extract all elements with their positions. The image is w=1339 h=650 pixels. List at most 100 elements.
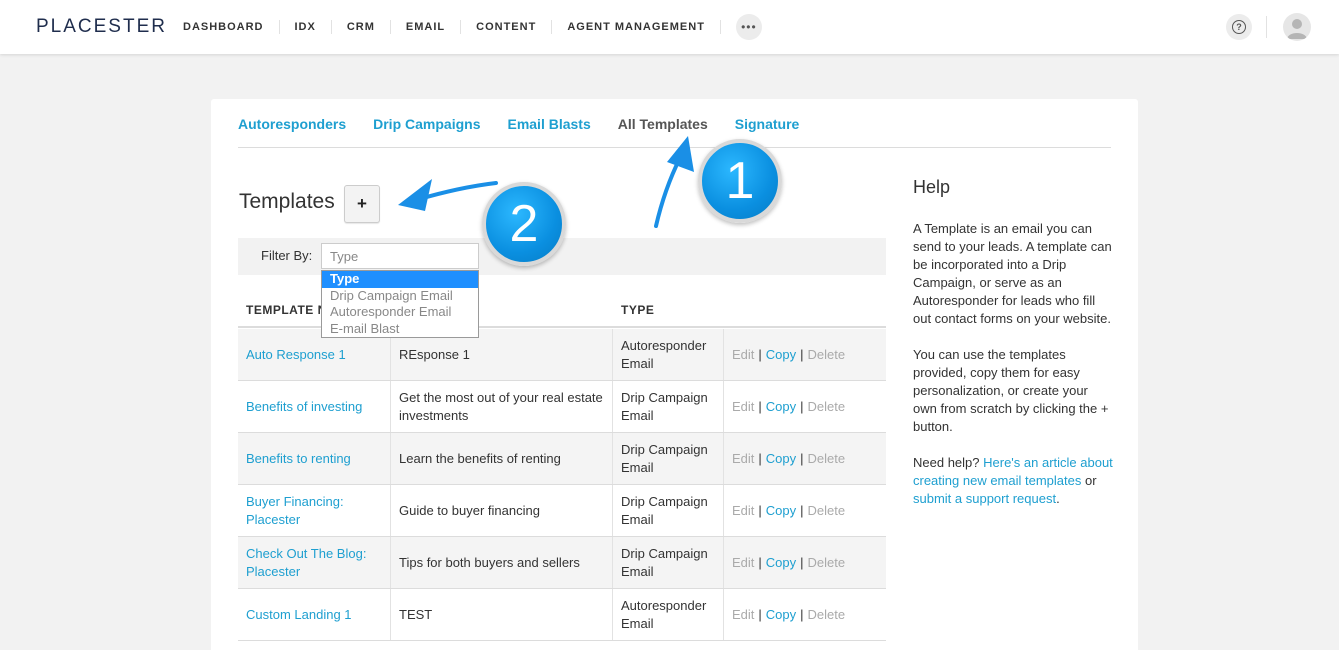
template-name-link[interactable]: Buyer Financing: Placester bbox=[246, 485, 391, 536]
delete-link[interactable]: Delete bbox=[808, 346, 846, 364]
dropdown-option-autoresponder-email[interactable]: Autoresponder Email bbox=[322, 304, 478, 321]
delete-link[interactable]: Delete bbox=[808, 450, 846, 468]
delete-link[interactable]: Delete bbox=[808, 554, 846, 572]
tab-autoresponders[interactable]: Autoresponders bbox=[238, 116, 346, 147]
top-navigation-bar: PLACESTER DASHBOARD IDX CRM EMAIL CONTEN… bbox=[0, 0, 1339, 54]
row-actions: Edit | Copy | Delete bbox=[732, 606, 846, 624]
help-panel: Help A Template is an email you can send… bbox=[913, 177, 1113, 526]
nav-agent-management[interactable]: AGENT MANAGEMENT bbox=[552, 20, 721, 34]
column-divider bbox=[612, 537, 613, 588]
template-name-link[interactable]: Benefits to renting bbox=[246, 433, 391, 484]
help-title: Help bbox=[913, 177, 951, 197]
help-mid: or bbox=[1084, 473, 1097, 488]
template-subject: Get the most out of your real estate inv… bbox=[399, 389, 603, 423]
ellipsis-icon: ••• bbox=[741, 20, 757, 34]
edit-link[interactable]: Edit bbox=[732, 502, 754, 520]
dropdown-option-drip-campaign-email[interactable]: Drip Campaign Email bbox=[322, 288, 478, 305]
row-actions: Edit | Copy | Delete bbox=[732, 554, 846, 572]
question-mark-icon: ? bbox=[1232, 20, 1246, 34]
edit-link[interactable]: Edit bbox=[732, 606, 754, 624]
nav-idx[interactable]: IDX bbox=[280, 20, 332, 34]
edit-link[interactable]: Edit bbox=[732, 554, 754, 572]
main-nav: DASHBOARD IDX CRM EMAIL CONTENT AGENT MA… bbox=[168, 0, 762, 54]
placester-logo[interactable]: PLACESTER bbox=[36, 16, 167, 38]
column-divider bbox=[723, 589, 724, 640]
help-prefix: Need help? bbox=[913, 455, 980, 470]
column-divider bbox=[390, 537, 391, 588]
column-divider bbox=[612, 329, 613, 380]
copy-link[interactable]: Copy bbox=[766, 502, 796, 520]
dropdown-option-type[interactable]: Type bbox=[322, 271, 478, 288]
column-divider bbox=[390, 485, 391, 536]
edit-link[interactable]: Edit bbox=[732, 450, 754, 468]
user-silhouette-icon bbox=[1287, 19, 1307, 39]
copy-link[interactable]: Copy bbox=[766, 554, 796, 572]
dropdown-option-email-blast[interactable]: E-mail Blast bbox=[322, 321, 478, 338]
delete-link[interactable]: Delete bbox=[808, 606, 846, 624]
user-avatar[interactable] bbox=[1283, 13, 1311, 41]
template-name-link[interactable]: Check Out The Blog: Placester bbox=[246, 537, 391, 588]
filter-label: Filter By: bbox=[261, 248, 313, 263]
callout-badge-1: 1 bbox=[698, 139, 782, 223]
row-actions: Edit | Copy | Delete bbox=[732, 502, 846, 520]
table-row: Buyer Financing: Placester Guide to buye… bbox=[238, 485, 886, 537]
callout-badge-2: 2 bbox=[482, 182, 566, 266]
more-menu-button[interactable]: ••• bbox=[735, 14, 762, 40]
template-subject: Guide to buyer financing bbox=[399, 502, 540, 518]
column-divider bbox=[612, 433, 613, 484]
column-divider bbox=[390, 589, 391, 640]
support-request-link[interactable]: submit a support request bbox=[913, 491, 1056, 506]
help-suffix: . bbox=[1056, 491, 1060, 506]
delete-link[interactable]: Delete bbox=[808, 502, 846, 520]
template-subject: Tips for both buyers and sellers bbox=[399, 554, 580, 570]
tab-all-templates[interactable]: All Templates bbox=[618, 116, 708, 147]
copy-link[interactable]: Copy bbox=[766, 606, 796, 624]
table-row: Custom Landing 1 TEST Autoresponder Emai… bbox=[238, 589, 886, 641]
template-name-link[interactable]: Benefits of investing bbox=[246, 381, 391, 432]
template-type: Drip Campaign Email bbox=[621, 493, 708, 527]
row-actions: Edit | Copy | Delete bbox=[732, 450, 846, 468]
table-row: Benefits of investing Get the most out o… bbox=[238, 381, 886, 433]
table-row: Check Out The Blog: Placester Tips for b… bbox=[238, 537, 886, 589]
add-template-button[interactable]: + bbox=[344, 185, 380, 223]
column-divider bbox=[723, 329, 724, 380]
edit-link[interactable]: Edit bbox=[732, 346, 754, 364]
delete-link[interactable]: Delete bbox=[808, 398, 846, 416]
email-tabs: Autoresponders Drip Campaigns Email Blas… bbox=[238, 116, 1111, 148]
copy-link[interactable]: Copy bbox=[766, 346, 796, 364]
template-type: Drip Campaign Email bbox=[621, 441, 708, 475]
column-divider bbox=[612, 485, 613, 536]
column-divider bbox=[390, 433, 391, 484]
column-divider bbox=[612, 589, 613, 640]
filter-type-select[interactable]: Type bbox=[321, 243, 479, 269]
help-paragraph: A Template is an email you can send to y… bbox=[913, 221, 1112, 326]
row-actions: Edit | Copy | Delete bbox=[732, 346, 846, 364]
tab-email-blasts[interactable]: Email Blasts bbox=[507, 116, 590, 147]
template-type: Drip Campaign Email bbox=[621, 545, 708, 579]
template-name-link[interactable]: Custom Landing 1 bbox=[246, 589, 391, 640]
copy-link[interactable]: Copy bbox=[766, 450, 796, 468]
nav-content[interactable]: CONTENT bbox=[461, 20, 553, 34]
nav-dashboard[interactable]: DASHBOARD bbox=[168, 20, 280, 34]
page-title: Templates bbox=[239, 190, 335, 213]
column-divider bbox=[390, 381, 391, 432]
template-type: Drip Campaign Email bbox=[621, 389, 708, 423]
edit-link[interactable]: Edit bbox=[732, 398, 754, 416]
template-subject: Learn the benefits of renting bbox=[399, 450, 561, 466]
help-button[interactable]: ? bbox=[1226, 14, 1252, 40]
nav-crm[interactable]: CRM bbox=[332, 20, 391, 34]
template-subject: TEST bbox=[399, 606, 433, 622]
nav-email[interactable]: EMAIL bbox=[391, 20, 462, 34]
copy-link[interactable]: Copy bbox=[766, 398, 796, 416]
column-divider bbox=[723, 537, 724, 588]
column-divider bbox=[723, 381, 724, 432]
main-card: Autoresponders Drip Campaigns Email Blas… bbox=[211, 99, 1138, 650]
column-header-type[interactable]: TYPE bbox=[621, 303, 654, 317]
header-divider bbox=[1266, 16, 1267, 38]
help-paragraph: You can use the templates provided, copy… bbox=[913, 347, 1109, 434]
tab-drip-campaigns[interactable]: Drip Campaigns bbox=[373, 116, 480, 147]
filter-type-dropdown: Type Drip Campaign Email Autoresponder E… bbox=[321, 270, 479, 338]
template-type: Autoresponder Email bbox=[621, 597, 707, 631]
column-divider bbox=[612, 381, 613, 432]
row-actions: Edit | Copy | Delete bbox=[732, 398, 846, 416]
